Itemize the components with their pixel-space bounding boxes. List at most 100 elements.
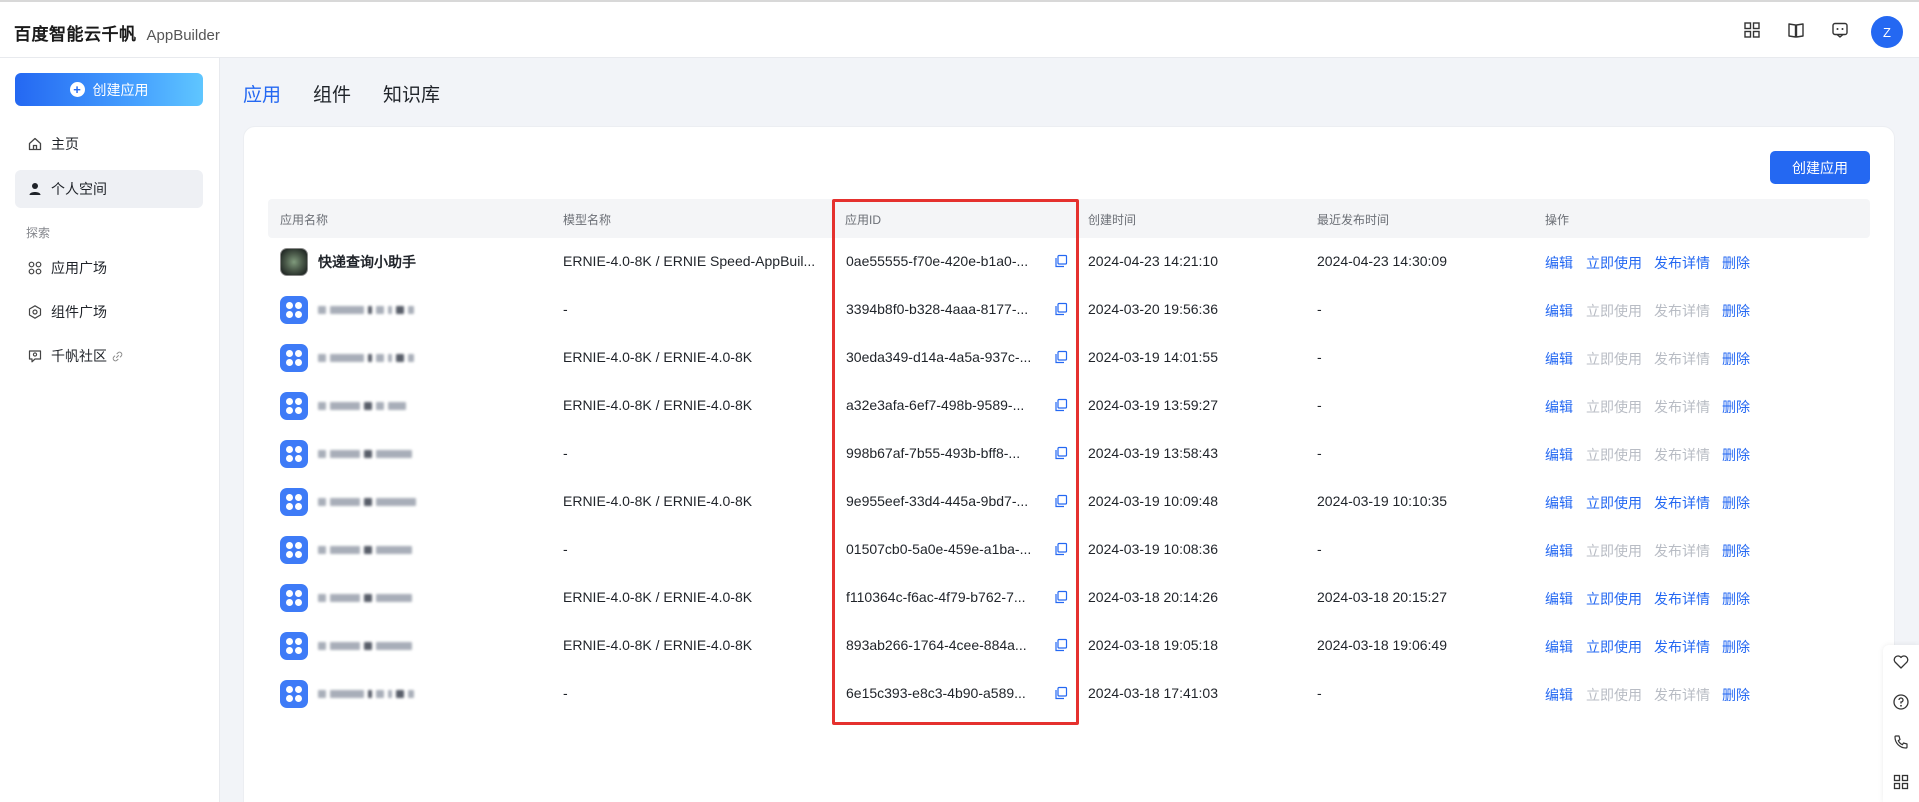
copy-icon[interactable] [1054,590,1068,604]
delete-link[interactable]: 删除 [1722,349,1750,369]
sidebar-item-app-square[interactable]: 应用广场 [15,249,203,287]
copy-icon[interactable] [1054,494,1068,508]
copy-icon[interactable] [1054,686,1068,700]
model-name: ERNIE-4.0-8K / ERNIE Speed-AppBuil... [563,253,816,269]
book-icon[interactable] [1786,20,1806,40]
use-now-link[interactable]: 立即使用 [1586,637,1642,657]
app-avatar-icon [280,248,308,276]
tab-apps[interactable]: 应用 [243,80,281,107]
table-row: 快递查询小助手 ERNIE-4.0-8K / ERNIE Speed-AppBui… [268,238,1870,286]
use-now-link[interactable]: 立即使用 [1586,253,1642,273]
sidebar-item-label: 主页 [51,136,79,152]
app-id: a32e3afa-6ef7-498b-9589-... [846,397,1025,413]
column-header-app-id: 应用ID [845,213,882,227]
tab-components[interactable]: 组件 [313,80,351,107]
app-name-cell [280,584,412,612]
publish-details-link[interactable]: 发布详情 [1654,637,1710,657]
app-id: 998b67af-7b55-493b-bff8-... [846,445,1021,461]
copy-icon[interactable] [1054,302,1068,316]
apps-grid-icon[interactable] [1892,773,1910,791]
redacted-app-name [318,690,414,698]
copy-icon[interactable] [1054,446,1068,460]
avatar[interactable]: Z [1871,16,1903,48]
edit-link[interactable]: 编辑 [1545,253,1573,273]
apps-icon [28,261,42,275]
phone-icon[interactable] [1892,733,1910,751]
use-now-link: 立即使用 [1586,543,1642,559]
delete-link[interactable]: 删除 [1722,637,1750,657]
sidebar-item-community[interactable]: 千帆社区 [15,337,203,375]
column-header-app-name: 应用名称 [280,213,329,227]
edit-link[interactable]: 编辑 [1545,493,1573,513]
redacted-app-name [318,402,406,410]
delete-link[interactable]: 删除 [1722,445,1750,465]
model-name: - [563,541,568,557]
create-app-button[interactable]: 创建应用 [1770,151,1870,184]
redacted-app-name [318,306,414,314]
sidebar-create-app-button[interactable]: + 创建应用 [15,73,203,106]
delete-link[interactable]: 删除 [1722,301,1750,321]
edit-link[interactable]: 编辑 [1545,301,1573,321]
use-now-link: 立即使用 [1586,351,1642,367]
edit-link[interactable]: 编辑 [1545,589,1573,609]
sidebar-item-personal-space[interactable]: 个人空间 [15,170,203,208]
use-now-link[interactable]: 立即使用 [1586,589,1642,609]
edit-link[interactable]: 编辑 [1545,445,1573,465]
copy-icon[interactable] [1054,638,1068,652]
table-row: ERNIE-4.0-8K / ERNIE-4.0-8K a32e3afa-6ef7… [268,382,1870,430]
edit-link[interactable]: 编辑 [1545,397,1573,417]
app-default-icon [280,392,308,420]
model-name: - [563,301,568,317]
created-time: 2024-03-20 19:56:36 [1088,301,1218,317]
copy-icon[interactable] [1054,350,1068,364]
app-name-cell [280,344,414,372]
created-time: 2024-03-19 10:08:36 [1088,541,1218,557]
copy-icon[interactable] [1054,254,1068,268]
delete-link[interactable]: 删除 [1722,493,1750,513]
product-name: AppBuilder [146,27,220,44]
community-icon [28,350,42,363]
edit-link[interactable]: 编辑 [1545,637,1573,657]
sidebar-item-component-square[interactable]: 组件广场 [15,293,203,331]
model-name: ERNIE-4.0-8K / ERNIE-4.0-8K [563,637,753,653]
column-header-model-name: 模型名称 [563,213,612,227]
delete-link[interactable]: 删除 [1722,253,1750,273]
app-id-cell: 3394b8f0-b328-4aaa-8177-... [846,301,1068,317]
delete-link[interactable]: 删除 [1722,685,1750,705]
created-time: 2024-03-19 14:01:55 [1088,349,1218,365]
copy-icon[interactable] [1054,398,1068,412]
edit-link[interactable]: 编辑 [1545,685,1573,705]
publish-details-link[interactable]: 发布详情 [1654,589,1710,609]
redacted-app-name [318,594,412,602]
app-default-icon [280,584,308,612]
app-name-cell [280,680,414,708]
copy-icon[interactable] [1054,542,1068,556]
publish-details-link[interactable]: 发布详情 [1654,493,1710,513]
app-id-cell: f110364c-f6ac-4f79-b762-7... [846,589,1068,605]
edit-link[interactable]: 编辑 [1545,349,1573,369]
edit-link[interactable]: 编辑 [1545,541,1573,561]
app-id-cell: 01507cb0-5a0e-459e-a1ba-... [846,541,1068,557]
delete-link[interactable]: 删除 [1722,397,1750,417]
heart-icon[interactable] [1892,653,1910,671]
use-now-link: 立即使用 [1586,303,1642,319]
app-name[interactable]: 快递查询小助手 [318,252,416,272]
use-now-link[interactable]: 立即使用 [1586,493,1642,513]
top-header: 百度智能云千帆 AppBuilder Z [0,0,1919,58]
sidebar-item-label: 个人空间 [51,181,107,197]
publish-details-link[interactable]: 发布详情 [1654,253,1710,273]
logo[interactable]: 百度智能云千帆 AppBuilder [14,20,220,45]
tab-knowledge-base[interactable]: 知识库 [383,80,440,107]
app-default-icon [280,632,308,660]
app-id-cell: 893ab266-1764-4cee-884a... [846,637,1068,653]
message-icon[interactable] [1830,20,1850,40]
app-name-cell [280,440,412,468]
published-time: 2024-03-19 10:10:35 [1317,493,1447,509]
help-icon[interactable] [1892,693,1910,711]
delete-link[interactable]: 删除 [1722,541,1750,561]
published-time: - [1317,685,1322,701]
grid-icon[interactable] [1742,20,1762,40]
sidebar-item-home[interactable]: 主页 [15,125,203,163]
app-id: 9e955eef-33d4-445a-9bd7-... [846,493,1029,509]
delete-link[interactable]: 删除 [1722,589,1750,609]
